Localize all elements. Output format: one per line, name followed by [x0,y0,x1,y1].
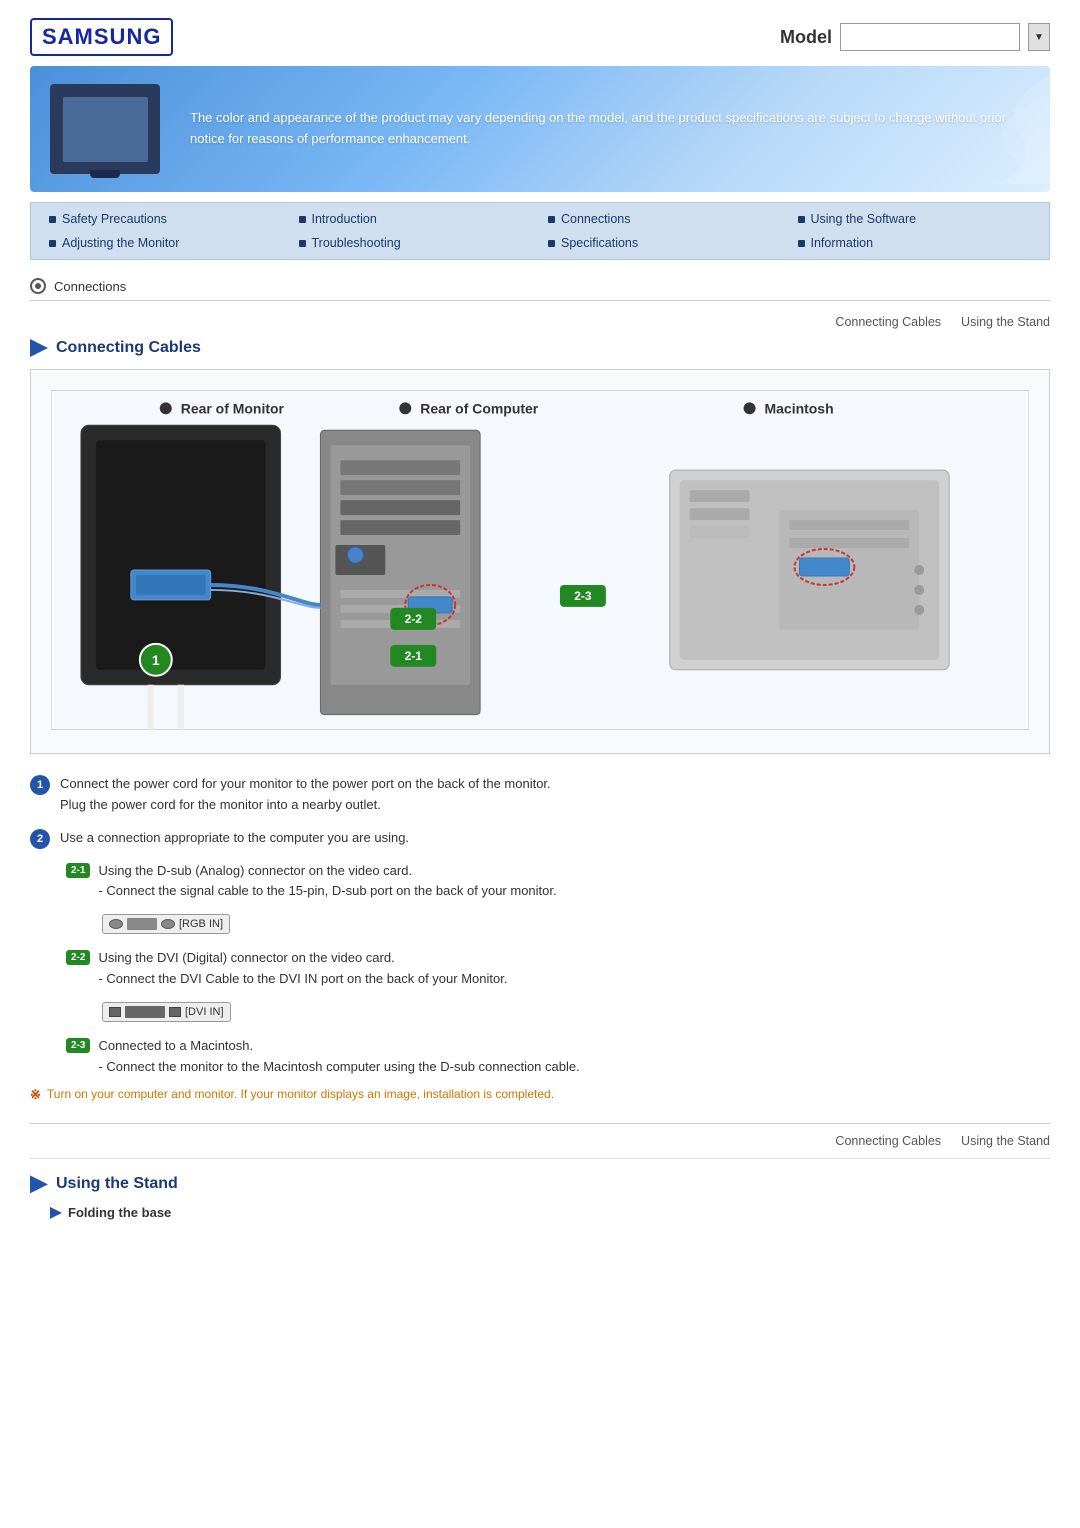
nav-item-information[interactable]: Information [790,233,1040,253]
svg-text:2-1: 2-1 [405,649,423,663]
sub-instr-item-2-3: 2-3 Connected to a Macintosh. - Connect … [66,1036,1050,1078]
nav-item-introduction[interactable]: Introduction [291,209,541,229]
breadcrumb-label: Connections [54,279,126,294]
monitor-screen [63,97,148,162]
section-arrow-icon [30,339,48,357]
folding-base-title: Folding the base [68,1205,171,1220]
step-1-badge: 1 [30,775,50,795]
breadcrumb-dot [35,283,41,289]
stand-section: Folding the base [30,1205,1050,1220]
dvi-in-connector-image: [DVI IN] [102,1002,231,1022]
badge-2-1: 2-1 [66,863,90,878]
sub-instr-item-2-1: 2-1 Using the D-sub (Analog) connector o… [66,861,1050,903]
step-1-text: Connect the power cord for your monitor … [60,774,551,816]
svg-text:Macintosh: Macintosh [765,400,834,416]
page-nav-using-stand[interactable]: Using the Stand [961,315,1050,329]
monitor-stand [90,170,120,178]
banner-decoration [800,66,1050,192]
connector-dvi-right [169,1007,181,1017]
sub-instr-item-2-2: 2-2 Using the DVI (Digital) connector on… [66,948,1050,990]
connector-circle-2 [161,919,175,929]
nav-bullet [548,216,555,223]
model-input[interactable] [840,23,1020,51]
note-section: ※ Turn on your computer and monitor. If … [30,1087,1050,1103]
nav-item-specifications[interactable]: Specifications [540,233,790,253]
connector-circle [109,919,123,929]
nav-bullet [798,240,805,247]
bottom-page-nav-connecting[interactable]: Connecting Cables [835,1134,941,1148]
sub-instruction-2-1: 2-1 Using the D-sub (Analog) connector o… [66,861,1050,939]
instruction-step-2: 2 Use a connection appropriate to the co… [30,828,1050,849]
banner-monitor-image [50,84,160,174]
instructions: 1 Connect the power cord for your monito… [30,774,1050,1103]
svg-text:Rear of Computer: Rear of Computer [420,400,539,416]
nav-bullet [299,240,306,247]
rgb-in-label: [RGB IN] [179,918,223,930]
diagram-box: Rear of Monitor 1 Rear of Computer [30,369,1050,754]
sub-instr-2-2-detail: - Connect the DVI Cable to the DVI IN po… [98,969,507,990]
note-symbol: ※ [30,1087,41,1103]
top-page-nav: Connecting Cables Using the Stand [30,315,1050,329]
sub-instr-2-3-detail: - Connect the monitor to the Macintosh c… [98,1057,579,1078]
badge-2-2: 2-2 [66,950,90,965]
sub-instr-2-2-title: Using the DVI (Digital) connector on the… [98,948,507,969]
using-stand-header: Using the Stand [30,1175,1050,1193]
using-stand-title: Using the Stand [56,1175,178,1193]
svg-text:1: 1 [152,652,160,668]
nav-bullet [49,216,56,223]
nav-bullet [798,216,805,223]
nav-bullet [548,240,555,247]
stand-section-arrow-icon [30,1175,48,1193]
connecting-cables-header: Connecting Cables [30,339,1050,357]
breadcrumb: Connections [30,278,1050,301]
connection-diagram: Rear of Monitor 1 Rear of Computer [51,390,1029,730]
sub-instr-2-3-title: Connected to a Macintosh. [98,1036,579,1057]
rgb-in-connector-image: [RGB IN] [102,914,230,934]
step-2-text: Use a connection appropriate to the comp… [60,828,409,849]
connector-port-rgb [127,918,157,930]
model-section: Model ▼ [780,23,1050,51]
sub-instr-2-1-title: Using the D-sub (Analog) connector on th… [98,861,556,882]
svg-text:Rear of Monitor: Rear of Monitor [181,400,285,416]
nav-bar: Safety Precautions Introduction Connecti… [30,202,1050,260]
bottom-page-nav: Connecting Cables Using the Stand [30,1123,1050,1148]
connector-port-dvi [125,1006,165,1018]
header: SAMSUNG Model ▼ [0,0,1080,56]
nav-bullet [49,240,56,247]
connector-dvi-left [109,1007,121,1017]
model-label: Model [780,27,832,48]
page-nav-connecting-cables[interactable]: Connecting Cables [835,315,941,329]
instruction-step-1: 1 Connect the power cord for your monito… [30,774,1050,816]
nav-bullet [299,216,306,223]
subsection-arrow-icon [50,1207,62,1219]
nav-item-safety[interactable]: Safety Precautions [41,209,291,229]
nav-item-troubleshooting[interactable]: Troubleshooting [291,233,541,253]
nav-item-adjusting[interactable]: Adjusting the Monitor [41,233,291,253]
nav-item-connections[interactable]: Connections [540,209,790,229]
badge-2-3: 2-3 [66,1038,90,1053]
banner: The color and appearance of the product … [30,66,1050,192]
nav-item-software[interactable]: Using the Software [790,209,1040,229]
connecting-cables-title: Connecting Cables [56,339,201,357]
breadcrumb-icon [30,278,46,294]
sub-instruction-2-2: 2-2 Using the DVI (Digital) connector on… [66,948,1050,1026]
step-2-badge: 2 [30,829,50,849]
logo-text: SAMSUNG [30,18,173,56]
model-dropdown-button[interactable]: ▼ [1028,23,1050,51]
samsung-logo: SAMSUNG [30,18,173,56]
dvi-in-label: [DVI IN] [185,1006,224,1018]
folding-base-header: Folding the base [50,1205,1050,1220]
sub-instruction-2-3: 2-3 Connected to a Macintosh. - Connect … [66,1036,1050,1078]
section-divider [30,1158,1050,1159]
note-text: Turn on your computer and monitor. If yo… [47,1087,554,1101]
bottom-page-nav-stand[interactable]: Using the Stand [961,1134,1050,1148]
svg-text:2-2: 2-2 [405,612,423,626]
svg-text:2-3: 2-3 [574,589,592,603]
sub-instr-2-1-detail: - Connect the signal cable to the 15-pin… [98,881,556,902]
